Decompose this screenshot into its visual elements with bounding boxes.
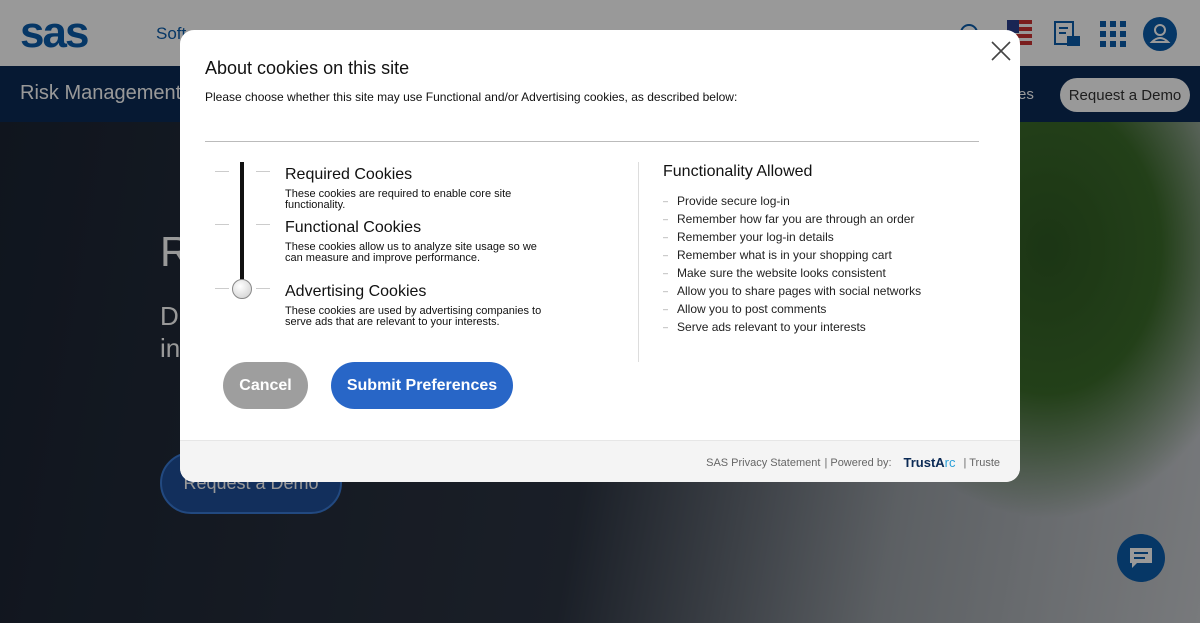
list-item-text: Remember your log-in details xyxy=(677,230,834,244)
category-name: Required Cookies xyxy=(285,166,413,183)
dialog-footer: SAS Privacy Statement | Powered by: Trus… xyxy=(180,440,1020,482)
dialog-title: About cookies on this site xyxy=(205,58,410,78)
list-item-text: Provide secure log-in xyxy=(677,194,790,208)
list-item: – Remember what is in your shopping cart xyxy=(663,248,892,262)
slider-tick xyxy=(215,288,229,289)
slider-tick xyxy=(256,171,270,172)
cancel-button[interactable]: Cancel xyxy=(223,362,308,409)
category-name: Advertising Cookies xyxy=(285,283,427,300)
category-desc: These cookies allow us to analyze site u… xyxy=(285,241,537,264)
column-divider xyxy=(638,162,639,362)
trustarc-logo-text: TrustA xyxy=(903,455,945,470)
slider-tick xyxy=(215,224,229,225)
list-item: – Make sure the website looks consistent xyxy=(663,266,886,280)
close-icon[interactable] xyxy=(990,40,1012,62)
list-item: – Provide secure log-in xyxy=(663,194,790,208)
list-item-text: Allow you to post comments xyxy=(677,302,827,316)
cookie-category-functional[interactable]: Functional Cookies These cookies allow us… xyxy=(285,219,555,264)
cookie-level-slider-handle[interactable] xyxy=(232,279,252,299)
list-item-text: Make sure the website looks consistent xyxy=(677,266,886,280)
slider-tick xyxy=(256,288,270,289)
trustarc-logo-text: rc xyxy=(944,455,956,470)
truste-link[interactable]: | Truste xyxy=(964,457,1000,469)
powered-by-label: | Powered by: xyxy=(824,456,892,469)
list-item: – Remember how far you are through an ord… xyxy=(663,212,915,226)
list-item-text: Serve ads relevant to your interests xyxy=(677,320,866,334)
divider xyxy=(205,141,979,142)
functionality-list: – Provide secure log-in – Remember how far… xyxy=(663,192,921,336)
privacy-statement-link[interactable]: SAS Privacy Statement xyxy=(706,457,820,469)
list-item-text: Remember what is in your shopping cart xyxy=(677,248,892,262)
category-name: Functional Cookies xyxy=(285,219,422,236)
list-item-text: Remember how far you are through an orde… xyxy=(677,212,915,226)
cookie-category-required[interactable]: Required Cookies These cookies are requir… xyxy=(285,166,555,211)
list-item: – Serve ads relevant to your interests xyxy=(663,320,866,334)
category-desc: These cookies are required to enable cor… xyxy=(285,188,512,211)
slider-tick xyxy=(215,171,229,172)
list-item: – Allow you to post comments xyxy=(663,302,827,316)
list-item: – Allow you to share pages with social ne… xyxy=(663,284,922,298)
cookie-category-advertising[interactable]: Advertising Cookies These cookies are use… xyxy=(285,283,555,328)
category-desc: These cookies are used by advertising co… xyxy=(285,305,542,328)
submit-preferences-button[interactable]: Submit Preferences xyxy=(331,362,513,409)
trustarc-logo[interactable]: TrustArc xyxy=(904,455,956,470)
cookie-preferences-dialog: About cookies on this site Please choose… xyxy=(180,30,1020,482)
cookie-level-slider-track[interactable] xyxy=(240,162,244,290)
list-item-text: Allow you to share pages with social net… xyxy=(677,284,922,298)
list-item: – Remember your log-in details xyxy=(663,230,834,244)
functionality-allowed-title: Functionality Allowed xyxy=(663,163,813,180)
dialog-description: Please choose whether this site may use … xyxy=(205,90,738,104)
slider-tick xyxy=(256,224,270,225)
